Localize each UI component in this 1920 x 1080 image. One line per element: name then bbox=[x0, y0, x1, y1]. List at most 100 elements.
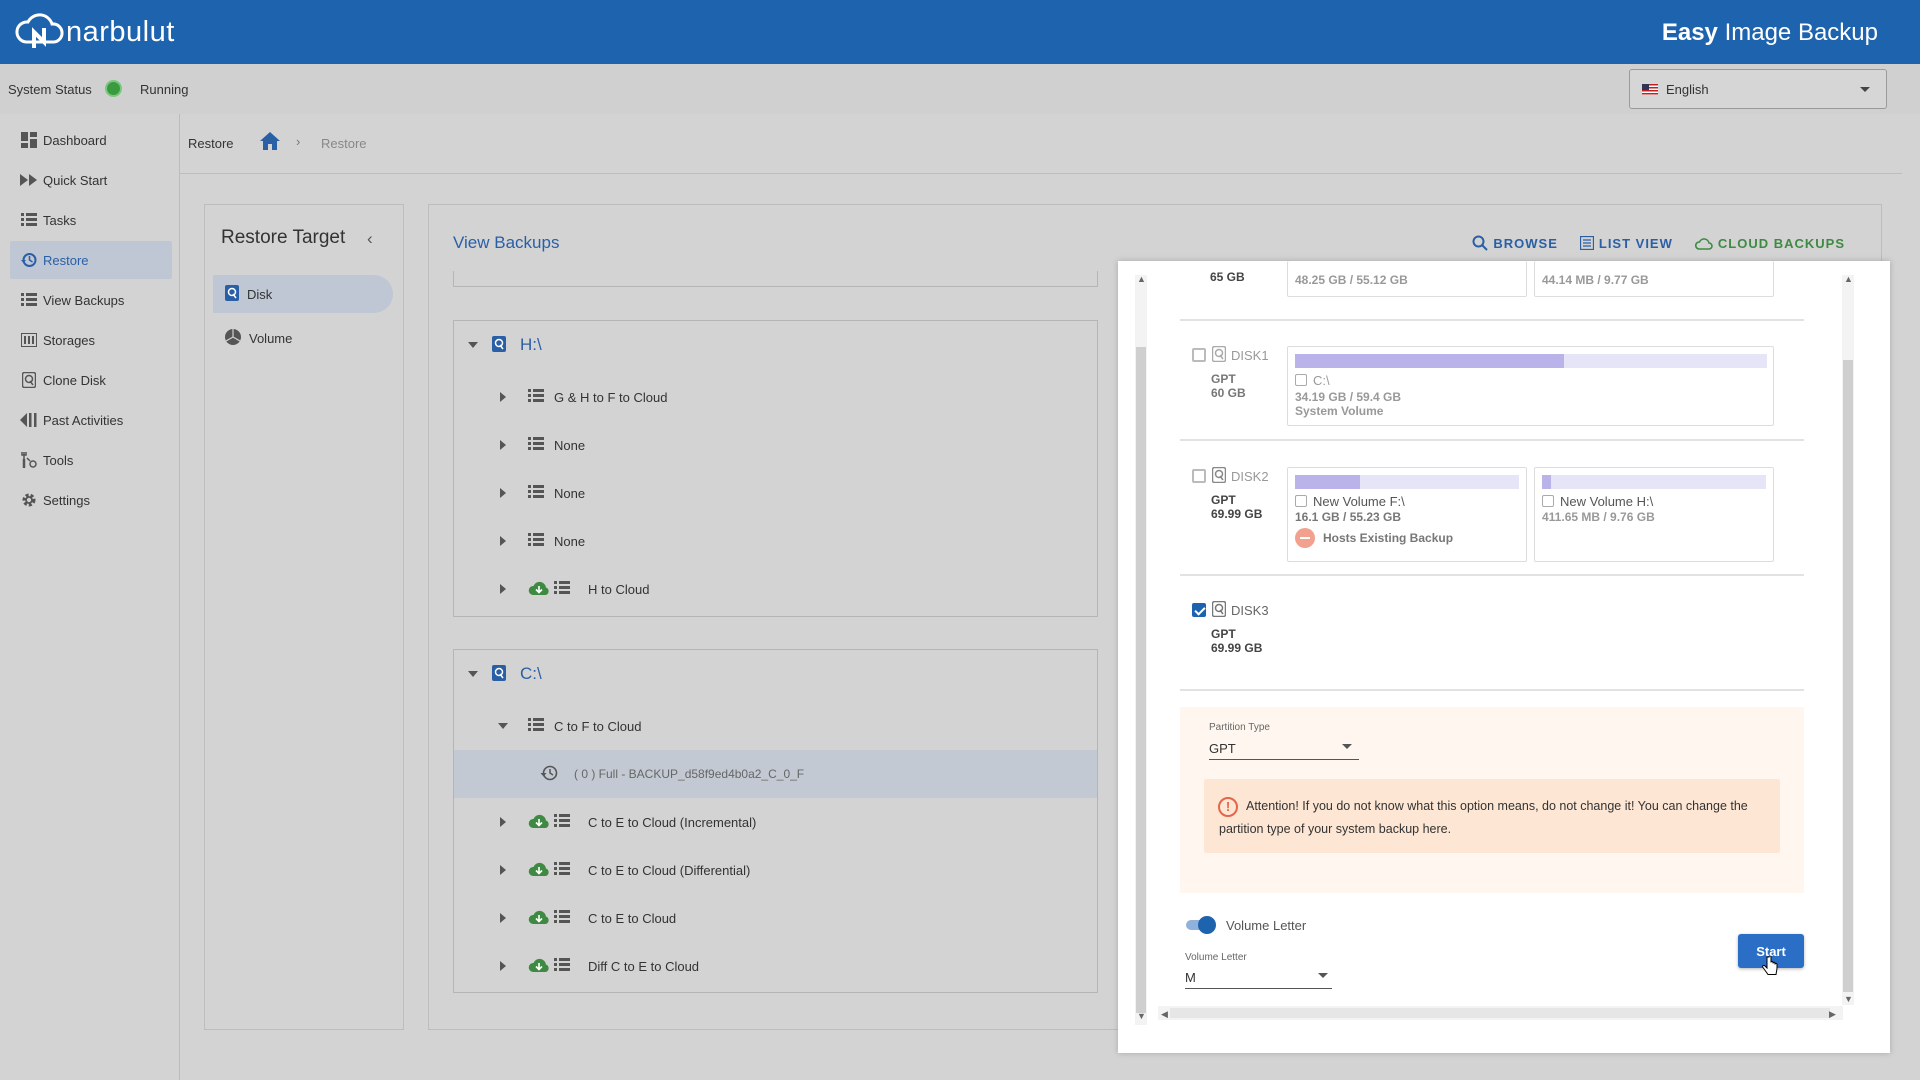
attention-text: Attention! If you do not know what this … bbox=[1219, 799, 1748, 836]
list-icon bbox=[554, 861, 570, 879]
backup-row[interactable]: G & H to F to Cloud bbox=[454, 373, 1097, 421]
caret-right-icon bbox=[500, 865, 506, 875]
usage-bar bbox=[1542, 475, 1766, 489]
home-icon[interactable] bbox=[260, 132, 280, 153]
view-backups-title: View Backups bbox=[453, 233, 560, 252]
disk2-checkbox[interactable] bbox=[1192, 469, 1206, 483]
scroll-up-icon[interactable]: ▲ bbox=[1844, 274, 1853, 284]
language-select[interactable]: English bbox=[1629, 69, 1887, 109]
scroll-up-icon[interactable]: ▲ bbox=[1137, 274, 1146, 284]
sidebar-item-settings[interactable]: Settings bbox=[10, 481, 172, 519]
hand-cursor-icon bbox=[1762, 955, 1778, 981]
sidebar-item-past-activities[interactable]: Past Activities bbox=[10, 401, 172, 439]
sidebar-item-clone-disk[interactable]: Clone Disk bbox=[10, 361, 172, 399]
restore-icon bbox=[20, 251, 38, 269]
left-scrollbar[interactable] bbox=[1135, 275, 1147, 1025]
sidebar-item-restore[interactable]: Restore bbox=[10, 241, 172, 279]
backup-group-header[interactable]: C:\ bbox=[468, 664, 542, 684]
restore-target-disk[interactable]: Disk bbox=[213, 275, 393, 313]
sidebar-item-storages[interactable]: Storages bbox=[10, 321, 172, 359]
list-icon bbox=[554, 580, 570, 598]
backup-row[interactable]: C to F to Cloud bbox=[454, 702, 1097, 750]
disk-icon bbox=[1211, 600, 1227, 620]
disk-icon bbox=[1211, 345, 1227, 365]
disk-icon bbox=[1211, 466, 1227, 486]
browse-button[interactable]: BROWSE bbox=[1472, 235, 1558, 251]
scroll-right-icon[interactable]: ▶ bbox=[1829, 1009, 1836, 1020]
volume-checkbox[interactable] bbox=[1542, 495, 1554, 507]
backup-group-previous bbox=[453, 271, 1098, 287]
disk3-checkbox[interactable] bbox=[1192, 603, 1206, 617]
cloud-backups-button[interactable]: CLOUD BACKUPS bbox=[1694, 235, 1845, 251]
backup-row[interactable]: None bbox=[454, 517, 1097, 565]
sidebar-item-tasks[interactable]: Tasks bbox=[10, 201, 172, 239]
app-title: Easy Image Backup bbox=[1661, 19, 1878, 46]
partition-type-label: Partition Type bbox=[1209, 722, 1270, 733]
scroll-down-icon[interactable]: ▼ bbox=[1844, 994, 1853, 1004]
cloud-download-icon bbox=[528, 861, 550, 880]
tools-icon bbox=[20, 451, 38, 469]
volume-letter-select[interactable]: M bbox=[1185, 970, 1196, 985]
backup-row[interactable]: C to E to Cloud bbox=[454, 894, 1097, 942]
volume-box-f: New Volume F:\ 16.1 GB / 55.23 GB Hosts … bbox=[1287, 467, 1527, 562]
volume-checkbox[interactable] bbox=[1295, 374, 1307, 386]
chevron-down-icon bbox=[1860, 87, 1870, 92]
pie-chart-icon bbox=[225, 328, 241, 348]
backup-group-header[interactable]: H:\ bbox=[468, 335, 542, 355]
minus-circle-icon bbox=[1295, 528, 1315, 548]
right-scrollbar[interactable] bbox=[1842, 275, 1854, 1005]
list-icon bbox=[20, 291, 38, 309]
chevron-down-icon[interactable] bbox=[1318, 973, 1328, 978]
volume-box-c: C:\ 34.19 GB / 59.4 GB System Volume bbox=[1287, 346, 1774, 426]
scroll-left-icon[interactable]: ◀ bbox=[1161, 1009, 1168, 1020]
cloud-download-icon bbox=[528, 813, 550, 832]
volume-box-h: New Volume H:\ 411.65 MB / 9.76 GB bbox=[1534, 467, 1774, 562]
disk1-checkbox[interactable] bbox=[1192, 348, 1206, 362]
system-status-value: Running bbox=[140, 82, 189, 97]
disk-icon bbox=[492, 664, 506, 684]
list-icon bbox=[528, 436, 544, 454]
backup-row[interactable]: Diff C to E to Cloud bbox=[454, 942, 1097, 990]
list-icon bbox=[554, 957, 570, 975]
scroll-down-icon[interactable]: ▼ bbox=[1137, 1011, 1146, 1021]
backup-row[interactable]: C to E to Cloud (Incremental) bbox=[454, 798, 1097, 846]
cloud-icon bbox=[1694, 237, 1713, 250]
usage-bar bbox=[1295, 354, 1767, 368]
caret-right-icon bbox=[500, 817, 506, 827]
sidebar-item-dashboard[interactable]: Dashboard bbox=[10, 121, 172, 159]
caret-right-icon bbox=[500, 584, 506, 594]
backup-row[interactable]: C to E to Cloud (Differential) bbox=[454, 846, 1097, 894]
backup-group-c: C:\ C to F to Cloud ( 0 ) Full - BACKUP_… bbox=[453, 649, 1098, 993]
partition-type-select[interactable]: GPT bbox=[1209, 741, 1236, 756]
dashboard-icon bbox=[20, 131, 38, 149]
disk-card-previous: 65 GB 48.25 GB / 55.12 GB 44.14 MB / 9.7… bbox=[1180, 261, 1804, 321]
history-icon bbox=[540, 764, 558, 785]
sidebar-item-tools[interactable]: Tools bbox=[10, 441, 172, 479]
horizontal-scrollbar[interactable] bbox=[1158, 1006, 1843, 1020]
list-view-button[interactable]: LIST VIEW bbox=[1579, 235, 1673, 251]
storage-icon bbox=[20, 331, 38, 349]
chevron-left-icon[interactable]: ‹ bbox=[367, 229, 373, 249]
backup-row[interactable]: None bbox=[454, 421, 1097, 469]
chevron-down-icon[interactable] bbox=[1342, 744, 1352, 749]
breadcrumb-current[interactable]: Restore bbox=[321, 136, 367, 151]
sidebar-item-view-backups[interactable]: View Backups bbox=[10, 281, 172, 319]
backup-row[interactable]: None bbox=[454, 469, 1097, 517]
sidebar: Dashboard Quick Start Tasks Restore View… bbox=[0, 114, 180, 1080]
backup-row[interactable]: H to Cloud bbox=[454, 565, 1097, 613]
language-value: English bbox=[1666, 82, 1709, 97]
list-icon bbox=[528, 484, 544, 502]
usage-bar bbox=[1295, 475, 1519, 489]
list-view-icon bbox=[1579, 236, 1594, 250]
top-bar: narbulut Easy Image Backup bbox=[0, 0, 1920, 64]
rewind-icon bbox=[20, 411, 38, 429]
cloud-download-icon bbox=[528, 580, 550, 599]
cloud-logo-icon bbox=[15, 13, 64, 48]
volume-letter-toggle[interactable] bbox=[1184, 916, 1216, 934]
logo[interactable]: narbulut bbox=[14, 8, 175, 56]
fast-forward-icon bbox=[20, 171, 38, 189]
restore-target-volume[interactable]: Volume bbox=[213, 319, 393, 357]
sidebar-item-quick-start[interactable]: Quick Start bbox=[10, 161, 172, 199]
volume-checkbox[interactable] bbox=[1295, 495, 1307, 507]
backup-version-row[interactable]: ( 0 ) Full - BACKUP_d58f9ed4b0a2_C_0_F bbox=[454, 750, 1097, 798]
